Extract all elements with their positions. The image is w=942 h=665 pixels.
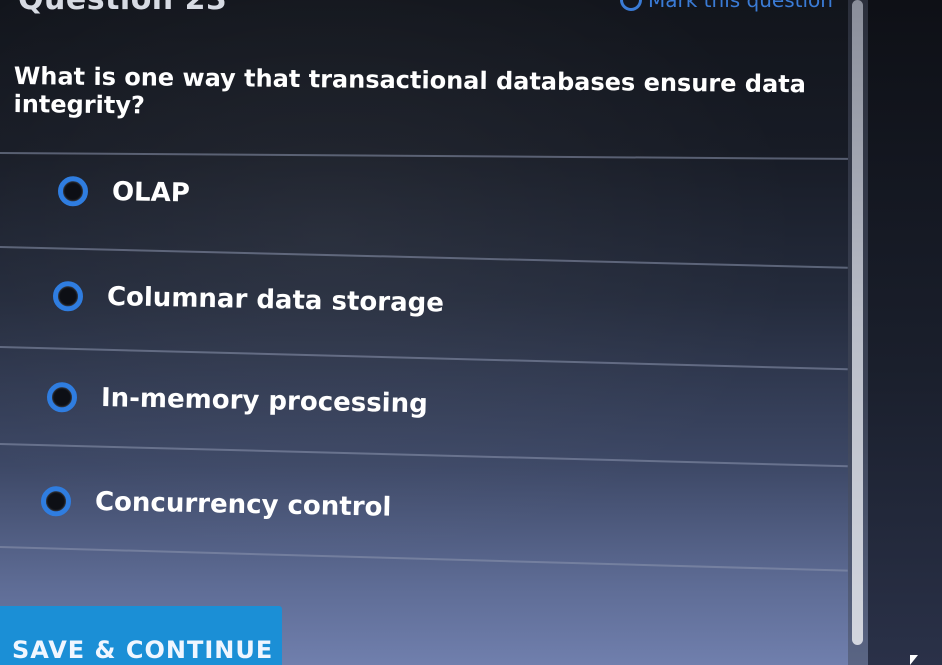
divider [0,443,848,468]
mouse-cursor-icon [910,655,918,665]
question-text: What is one way that transactional datab… [13,62,807,120]
circle-icon [620,0,642,11]
mark-question-toggle[interactable]: Mark this question [620,0,833,12]
quiz-page: Question 23 Mark this question What is o… [0,0,942,665]
radio-icon[interactable] [46,382,78,413]
radio-icon[interactable] [52,281,84,312]
right-pane [862,0,942,665]
save-continue-button[interactable]: SAVE & CONTINUE [0,606,282,665]
scrollbar-thumb[interactable] [852,0,863,645]
divider [0,152,848,160]
answer-option[interactable]: In-memory processing [46,382,429,420]
answer-option[interactable]: Concurrency control [40,486,392,523]
question-number: Question 23 [18,0,227,17]
mark-question-label: Mark this question [648,0,833,12]
answer-option-label: OLAP [111,177,191,209]
save-continue-label: SAVE & CONTINUE [12,636,274,664]
divider [0,346,848,371]
answer-option[interactable]: OLAP [57,176,191,209]
answer-option[interactable]: Columnar data storage [52,281,445,319]
answer-option-label: Concurrency control [94,487,392,523]
divider [0,546,848,572]
answer-option-label: In-memory processing [100,383,429,420]
answer-option-label: Columnar data storage [106,282,445,319]
radio-icon[interactable] [57,176,89,207]
divider [0,246,848,269]
radio-icon[interactable] [40,486,72,517]
